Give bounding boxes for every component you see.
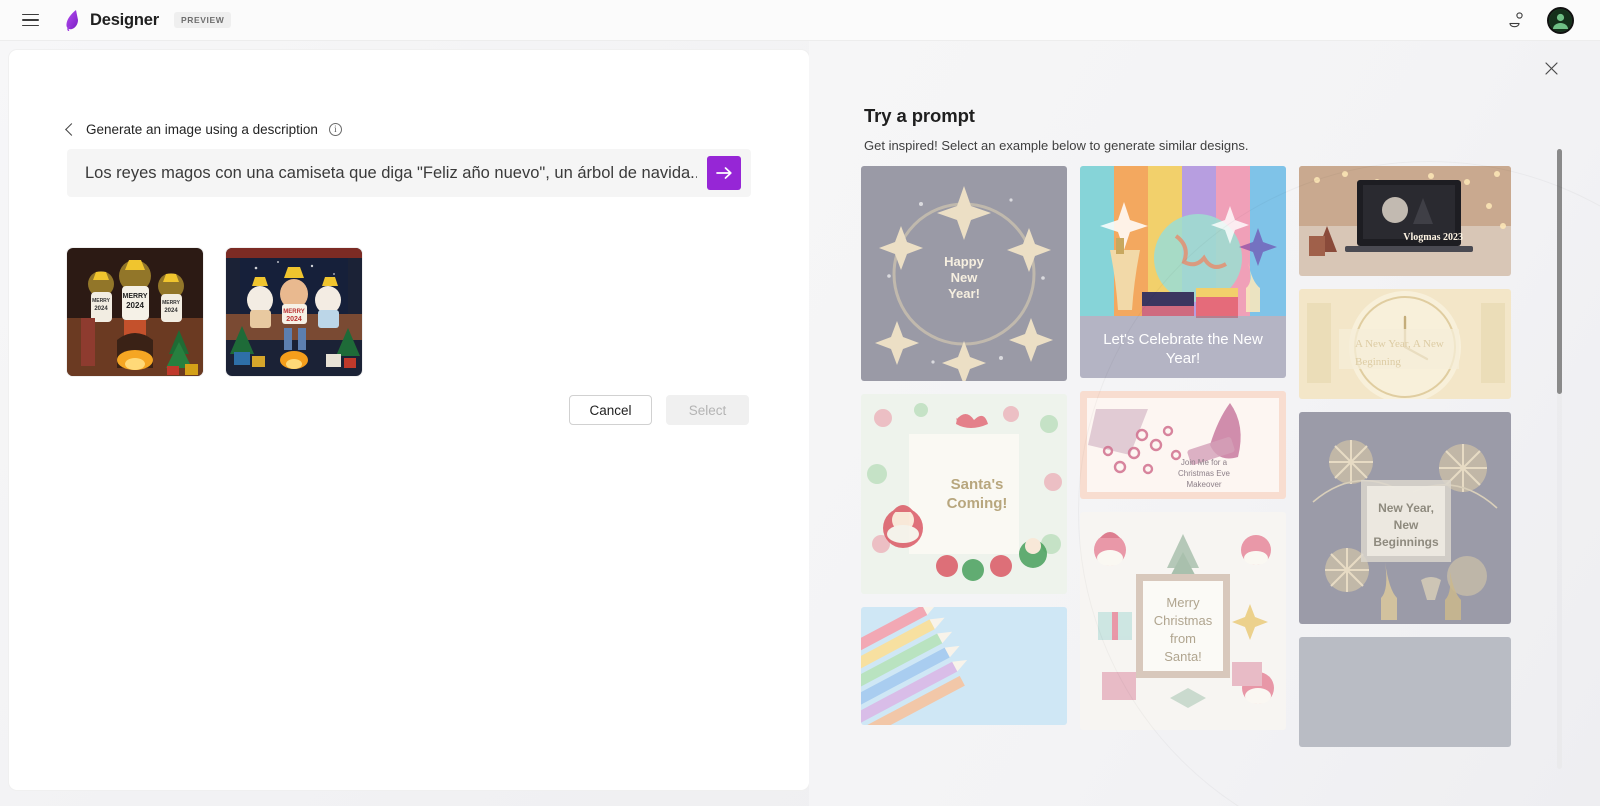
gallery-tile-christmas-eve-makeover[interactable]: Join Me for a Christmas Eve Makeover: [1080, 391, 1286, 499]
svg-text:Vlogmas 2023: Vlogmas 2023: [1403, 232, 1463, 243]
preview-badge: PREVIEW: [174, 12, 232, 28]
svg-text:MERRY: MERRY: [283, 309, 304, 315]
svg-text:2024: 2024: [286, 316, 302, 323]
select-button[interactable]: Select: [666, 395, 749, 425]
workspace: Generate an image using a description i …: [0, 41, 1600, 806]
svg-text:Year!: Year!: [1166, 350, 1200, 367]
gallery-tile-vlogmas-2023[interactable]: Vlogmas 2023: [1299, 166, 1511, 276]
generated-results: MERRY 2024 MERRY 2024 MERRY 2024 MERRY 2…: [67, 248, 362, 376]
panel-head: Try a prompt Get inspired! Select an exa…: [864, 105, 1248, 153]
svg-text:Santa!: Santa!: [1164, 649, 1202, 664]
designer-logo-icon: [63, 9, 83, 31]
cancel-button[interactable]: Cancel: [569, 395, 652, 425]
prompt-gallery: Happy New Year! Santa's Coming! Let's Ce…: [861, 166, 1539, 776]
gallery-tile-colored-pencils[interactable]: [861, 607, 1067, 725]
gallery-tile-new-year-new-beginning[interactable]: A New Year, A New Beginning: [1299, 289, 1511, 399]
result-thumbnail-1[interactable]: MERRY 2024 MERRY 2024 MERRY 2024: [67, 248, 203, 376]
scrollbar-thumb[interactable]: [1557, 149, 1562, 394]
gallery-column-1: Happy New Year! Santa's Coming!: [861, 166, 1067, 776]
panel-title: Try a prompt: [864, 105, 975, 126]
hamburger-menu-icon[interactable]: [14, 4, 46, 36]
result-thumbnail-2[interactable]: MERRY 2024: [226, 248, 362, 376]
svg-text:Makeover: Makeover: [1186, 480, 1221, 489]
svg-text:Join Me for a: Join Me for a: [1181, 458, 1228, 467]
brand-name: Designer: [90, 10, 160, 29]
gallery-tile-merry-christmas-from-santa[interactable]: Merry Christmas from Santa!: [1080, 512, 1286, 730]
generate-submit-button[interactable]: [707, 156, 741, 190]
chevron-left-icon: [65, 123, 78, 136]
close-icon[interactable]: [1538, 55, 1564, 81]
svg-text:MERRY: MERRY: [92, 298, 111, 304]
gallery-tile-santas-coming[interactable]: Santa's Coming!: [861, 394, 1067, 594]
generate-image-panel: Generate an image using a description i …: [9, 50, 1383, 790]
svg-text:2024: 2024: [126, 301, 144, 310]
gallery-column-3: Vlogmas 2023 A New Year, A New Beginning: [1299, 166, 1511, 776]
panel-subtitle: Get inspired! Select an example below to…: [864, 138, 1249, 153]
gallery-tile-happy-new-year[interactable]: Happy New Year!: [861, 166, 1067, 381]
svg-text:A New Year, A New: A New Year, A New: [1355, 338, 1444, 350]
svg-text:New Year,: New Year,: [1378, 501, 1434, 515]
svg-text:New: New: [1394, 518, 1419, 532]
back-to-description[interactable]: Generate an image using a description i: [65, 122, 342, 137]
svg-text:Santa's: Santa's: [951, 476, 1004, 493]
avatar[interactable]: [1547, 6, 1574, 34]
gallery-tile-lets-celebrate[interactable]: Let's Celebrate the New Year!: [1080, 166, 1286, 378]
svg-text:Beginnings: Beginnings: [1373, 535, 1439, 549]
submit-wrap: [697, 129, 1383, 197]
dialog-actions: Cancel Select: [569, 395, 749, 425]
svg-text:MERRY: MERRY: [162, 300, 181, 306]
gallery-tile-loading-placeholder[interactable]: [1299, 637, 1511, 747]
prompt-input[interactable]: Los reyes magos con una camiseta que dig…: [67, 149, 697, 197]
svg-text:Christmas: Christmas: [1154, 613, 1213, 628]
svg-text:2024: 2024: [164, 308, 178, 314]
gallery-scrollbar[interactable]: [1557, 149, 1562, 769]
gallery-tile-new-year-new-beginnings[interactable]: New Year, New Beginnings: [1299, 412, 1511, 624]
svg-text:Year!: Year!: [948, 286, 980, 301]
svg-text:2024: 2024: [94, 306, 108, 312]
svg-text:Happy: Happy: [944, 254, 985, 269]
svg-text:Merry: Merry: [1166, 595, 1200, 610]
panel-heading: Generate an image using a description: [86, 122, 318, 137]
arrow-right-icon: [715, 167, 732, 179]
svg-text:Beginning: Beginning: [1355, 356, 1401, 368]
info-icon[interactable]: i: [328, 123, 342, 136]
svg-text:Coming!: Coming!: [947, 495, 1008, 512]
try-a-prompt-panel: Try a prompt Get inspired! Select an exa…: [809, 41, 1600, 806]
brand: Designer: [63, 9, 159, 31]
svg-text:Let's Celebrate the New: Let's Celebrate the New: [1103, 331, 1263, 348]
prompt-row: Los reyes magos con una camiseta que dig…: [67, 129, 1383, 197]
topbar-actions: [1503, 6, 1586, 34]
gallery-column-2: Let's Celebrate the New Year! Join Me fo…: [1080, 166, 1286, 776]
svg-text:New: New: [951, 270, 979, 285]
svg-text:from: from: [1170, 631, 1196, 646]
svg-text:MERRY: MERRY: [122, 293, 147, 300]
top-app-bar: Designer PREVIEW: [0, 0, 1600, 41]
share-icon[interactable]: [1503, 7, 1529, 33]
svg-text:Christmas Eve: Christmas Eve: [1178, 469, 1231, 478]
